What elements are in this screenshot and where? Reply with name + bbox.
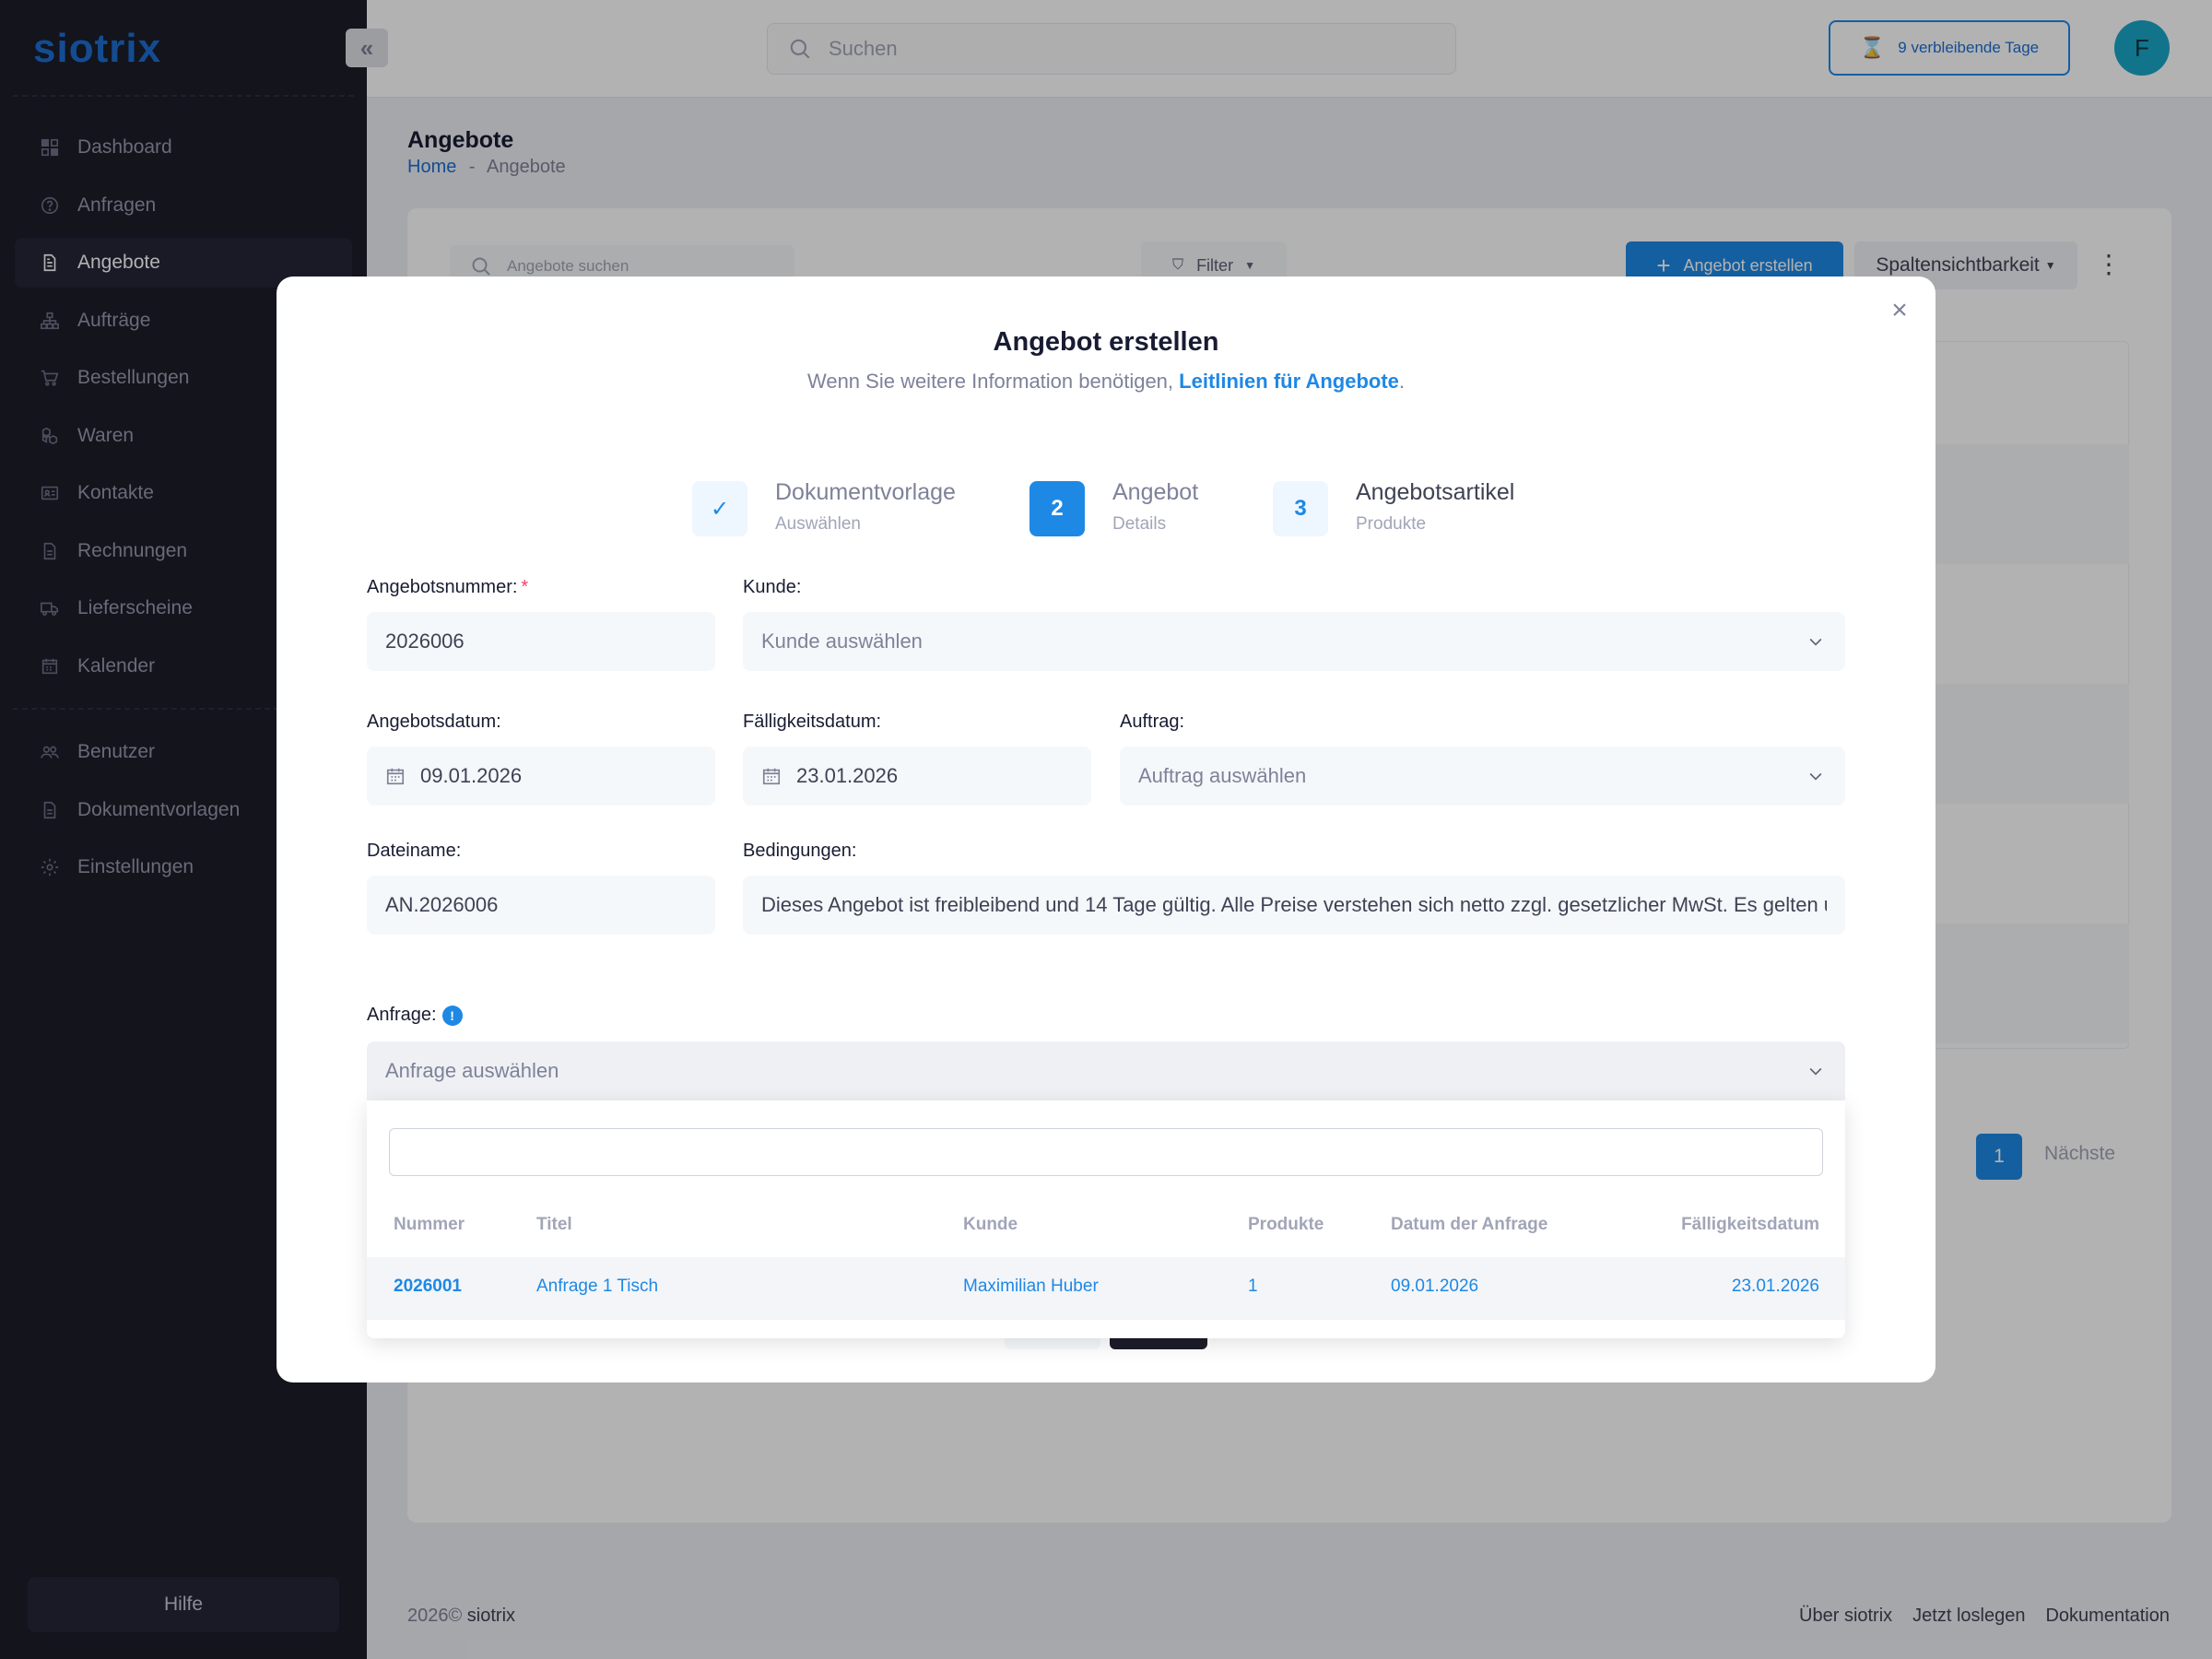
due-date-label: Fälligkeitsdatum: xyxy=(743,712,882,732)
row-customer[interactable]: Maximilian Huber xyxy=(963,1277,1099,1297)
filename-input[interactable]: AN.2026006 xyxy=(367,876,715,935)
calendar-icon xyxy=(386,768,405,785)
column-header-inquiry-date: Datum der Anfrage xyxy=(1391,1215,1548,1234)
offer-number-label: Angebotsnummer: * xyxy=(367,577,528,598)
offer-number-label-text: Angebotsnummer: xyxy=(367,577,518,597)
modal-title: Angebot erstellen xyxy=(993,327,1219,357)
order-select[interactable]: Auftrag auswählen xyxy=(1120,747,1845,806)
modal-subtitle: Wenn Sie weitere Information benötigen, … xyxy=(276,370,1936,394)
customer-select-placeholder: Kunde auswählen xyxy=(761,629,923,653)
required-marker: * xyxy=(521,577,529,597)
calendar-icon xyxy=(762,768,781,785)
step-3-number: 3 xyxy=(1273,481,1328,536)
step-2-title: Angebot xyxy=(1112,479,1199,505)
terms-value: Dieses Angebot ist freibleibend und 14 T… xyxy=(761,893,1827,916)
step-1-check-icon: ✓ xyxy=(692,481,747,536)
customer-label: Kunde: xyxy=(743,577,802,597)
column-header-customer: Kunde xyxy=(963,1215,1018,1234)
info-icon[interactable]: ! xyxy=(441,1005,463,1026)
chevron-down-icon xyxy=(1809,638,1822,646)
offer-number-input[interactable]: 2026006 xyxy=(367,612,715,671)
filename-label: Dateiname: xyxy=(367,841,462,861)
inquiry-label-text: Anfrage: xyxy=(367,1005,437,1025)
terms-input[interactable]: Dieses Angebot ist freibleibend und 14 T… xyxy=(743,876,1845,935)
guidelines-link[interactable]: Leitlinien für Angebote xyxy=(1179,370,1399,393)
step-1-desc: Auswählen xyxy=(775,514,861,534)
row-products[interactable]: 1 xyxy=(1248,1277,1258,1297)
inquiry-select-placeholder: Anfrage auswählen xyxy=(385,1059,559,1082)
column-header-due-date: Fälligkeitsdatum xyxy=(1681,1215,1819,1234)
step-3-title: Angebotsartikel xyxy=(1356,479,1515,505)
due-date-input[interactable]: 23.01.2026 xyxy=(743,747,1091,806)
offer-date-label: Angebotsdatum: xyxy=(367,712,501,732)
modal-subtitle-end: . xyxy=(1398,370,1406,393)
row-title[interactable]: Anfrage 1 Tisch xyxy=(536,1277,658,1297)
inquiry-label: Anfrage:! xyxy=(367,1005,463,1026)
column-header-number: Nummer xyxy=(394,1215,465,1234)
inquiry-dropdown-search-input[interactable] xyxy=(389,1128,1823,1176)
row-inquiry-date[interactable]: 09.01.2026 xyxy=(1391,1277,1478,1297)
order-select-placeholder: Auftrag auswählen xyxy=(1138,764,1307,787)
step-3-desc: Produkte xyxy=(1356,514,1427,534)
due-date-value: 23.01.2026 xyxy=(796,764,899,787)
step-2-desc: Details xyxy=(1112,514,1167,534)
column-header-products: Produkte xyxy=(1248,1215,1324,1234)
close-icon[interactable]: × xyxy=(1886,295,1913,325)
step-1-title: Dokumentvorlage xyxy=(775,479,956,505)
terms-label: Bedingungen: xyxy=(743,841,857,861)
customer-select[interactable]: Kunde auswählen xyxy=(743,612,1845,671)
order-label: Auftrag: xyxy=(1120,712,1185,732)
row-number[interactable]: 2026001 xyxy=(394,1277,462,1297)
row-due-date[interactable]: 23.01.2026 xyxy=(1732,1277,1819,1297)
column-header-title: Titel xyxy=(536,1215,572,1234)
step-2-number: 2 xyxy=(1030,481,1085,536)
inquiry-select[interactable]: Anfrage auswählen xyxy=(367,1041,1845,1100)
offer-date-value: 09.01.2026 xyxy=(420,764,523,787)
offer-date-input[interactable]: 09.01.2026 xyxy=(367,747,715,806)
modal-subtitle-text: Wenn Sie weitere Information benötigen, xyxy=(806,370,1174,393)
chevron-down-icon xyxy=(1809,1067,1822,1076)
chevron-down-icon xyxy=(1809,772,1822,781)
